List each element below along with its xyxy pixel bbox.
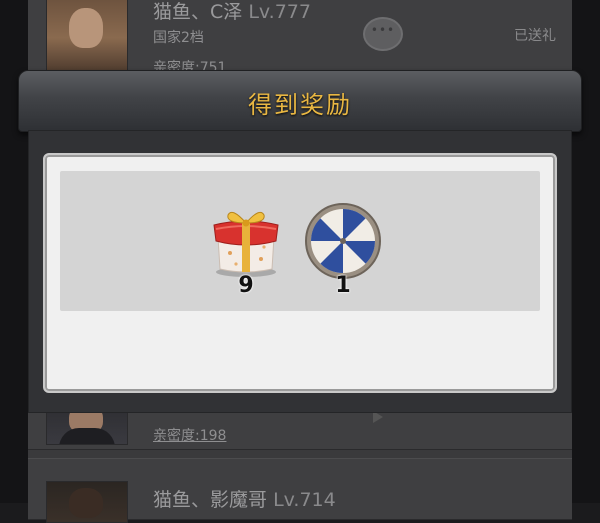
reward-slot-area: 9 1	[60, 171, 540, 311]
avatar[interactable]	[46, 0, 128, 73]
reward-item-wheel[interactable]: 1	[303, 201, 383, 298]
player-level: Lv.777	[248, 1, 311, 23]
player-rank: 国家2档	[153, 30, 204, 46]
prize-wheel-icon	[305, 203, 381, 279]
reward-panel: 9 1	[43, 153, 557, 393]
reward-item-gift[interactable]: 9	[206, 201, 286, 298]
reward-count: 1	[335, 273, 351, 298]
dialog-title: 得到奖励	[248, 91, 352, 119]
friend-card[interactable]: 猫鱼、C泽 Lv.777 国家2档 亲密度:751 已送礼	[28, 0, 572, 76]
chat-bubble-icon[interactable]	[363, 17, 403, 51]
gift-box-icon	[213, 211, 279, 277]
gift-status-label: 已送礼	[514, 28, 556, 44]
player-level: Lv.714	[273, 489, 336, 511]
reward-count: 9	[238, 273, 254, 298]
dialog-body: 9 1	[28, 130, 572, 413]
friend-card[interactable]: 猫鱼、影魔哥 Lv.714	[28, 458, 572, 523]
avatar[interactable]	[46, 481, 128, 523]
player-name: 猫鱼、影魔哥 Lv.714	[153, 489, 336, 511]
intimacy-link[interactable]: 亲密度:198	[153, 425, 226, 445]
reward-dialog[interactable]: 得到奖励 9 1	[18, 70, 582, 413]
player-name: 猫鱼、C泽 Lv.777	[153, 1, 311, 23]
dialog-header: 得到奖励	[18, 70, 582, 132]
